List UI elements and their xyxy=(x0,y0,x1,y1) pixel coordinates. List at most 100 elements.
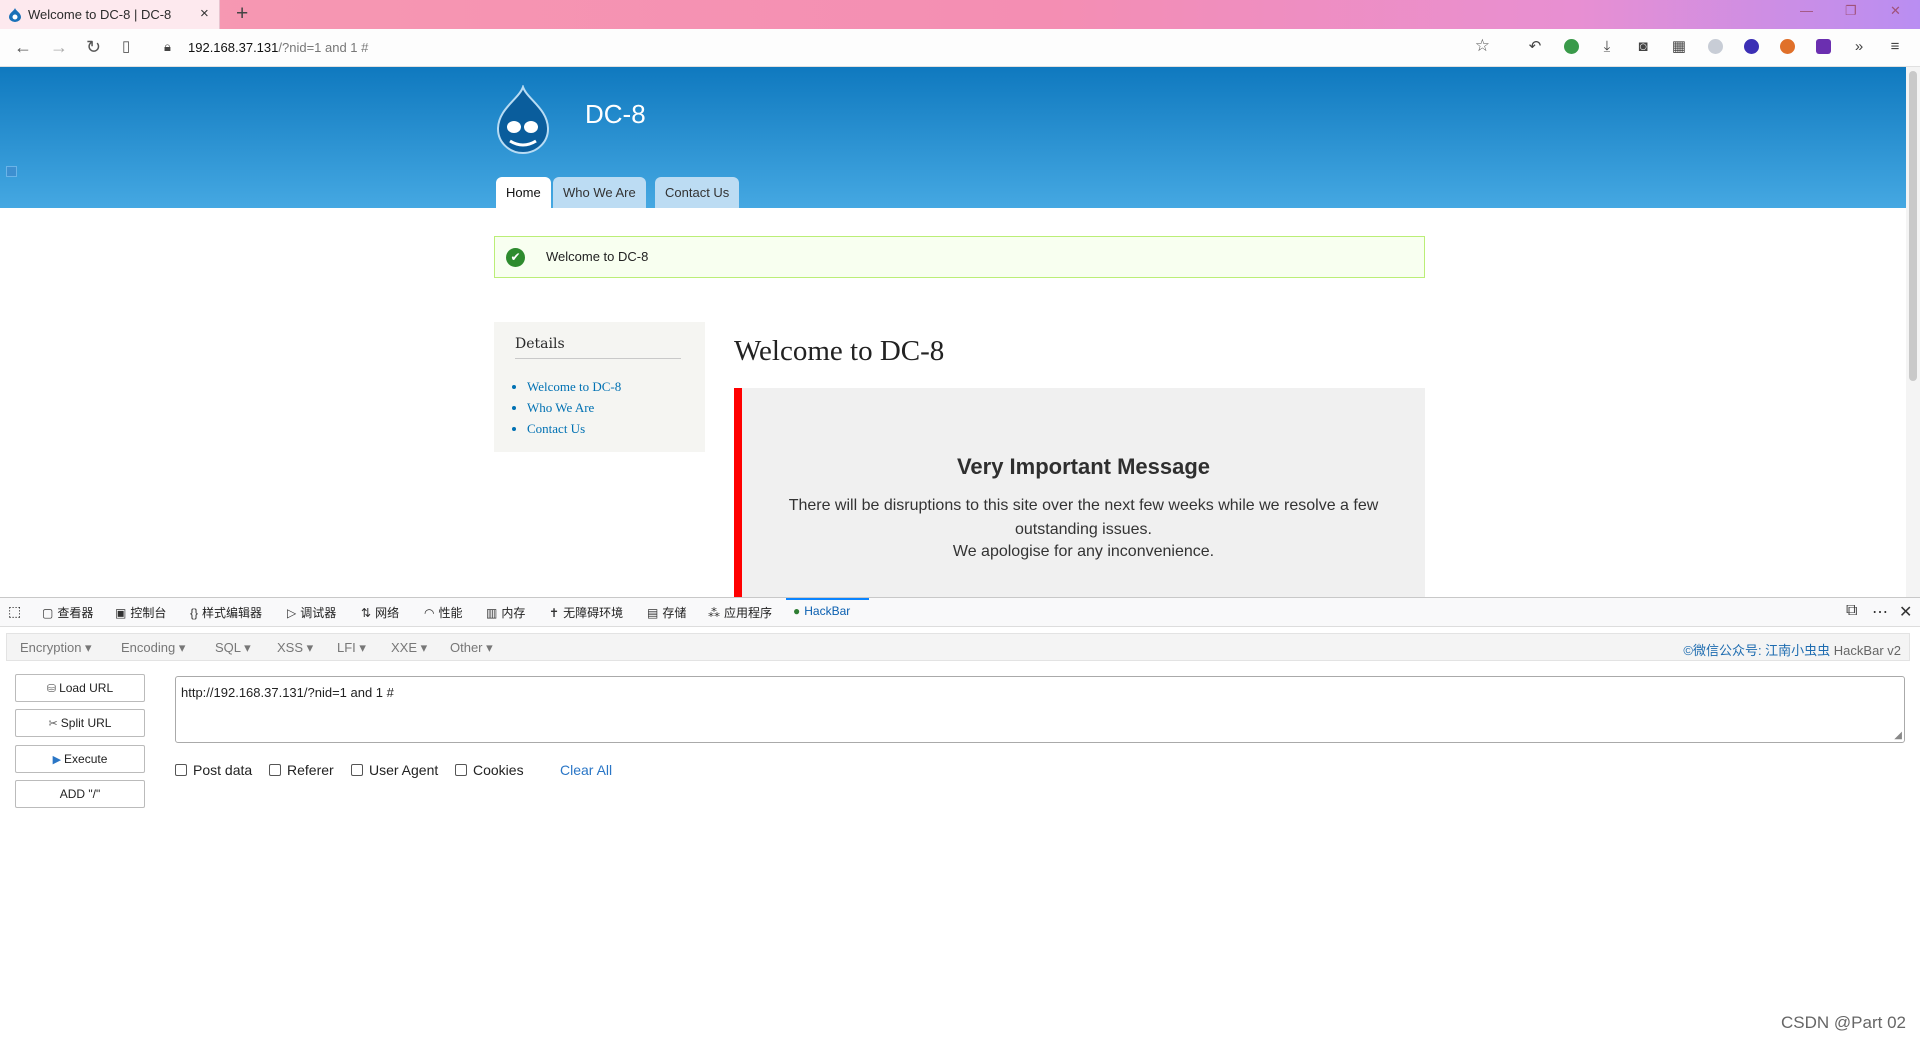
devtools-tab-network[interactable]: ⇅ 网络 xyxy=(361,604,399,621)
hackbar-icon: ● xyxy=(793,604,801,618)
split-url-button[interactable]: ✂ Split URL xyxy=(15,709,145,737)
dock-side-icon[interactable]: ⧉ xyxy=(1846,602,1857,620)
forward-icon[interactable]: → xyxy=(50,37,68,57)
sidebar-link-who-we-are[interactable]: Who We Are xyxy=(527,397,621,418)
devtools-tab-style-editor[interactable]: {} 样式编辑器 xyxy=(190,604,262,621)
menu-encryption[interactable]: Encryption ▾ xyxy=(20,640,92,656)
window-close-icon[interactable]: ✕ xyxy=(1890,3,1901,19)
checkbox-box[interactable] xyxy=(351,764,363,776)
checkbox-box[interactable] xyxy=(455,764,467,776)
notice-paragraph: There will be disruptions to this site o… xyxy=(788,497,1379,538)
sidebar-link-contact-us[interactable]: Contact Us xyxy=(527,418,621,439)
resize-grip-icon[interactable]: ◢ xyxy=(1894,730,1902,741)
cookies-checkbox[interactable]: Cookies xyxy=(455,762,524,778)
undo-close-icon[interactable]: ↶ xyxy=(1525,37,1545,57)
app-grid-icon: ⁂ xyxy=(708,606,720,620)
extension-shield-icon[interactable] xyxy=(1705,37,1725,57)
sidebar-link-label[interactable]: Who We Are xyxy=(527,400,594,415)
downloads-icon[interactable]: ⤓ xyxy=(1597,37,1617,57)
url-text[interactable]: 192.168.37.131/?nid=1 and 1 # xyxy=(188,40,368,55)
devtools-tab-inspector[interactable]: ▢ 查看器 xyxy=(42,604,93,621)
sidebar-link-label[interactable]: Welcome to DC-8 xyxy=(527,379,621,394)
add-slash-button[interactable]: ADD "/" xyxy=(15,780,145,808)
extension-globe-icon[interactable] xyxy=(1561,37,1581,57)
devtools-tab-accessibility[interactable]: ✝ 无障碍环境 xyxy=(549,604,623,621)
minimize-icon[interactable]: — xyxy=(1800,3,1813,18)
devtools-toolbar: ⬚ ▢ 查看器 ▣ 控制台 {} 样式编辑器 ▷ 调试器 ⇅ 网络 ◠ 性能 ▥ 内存 ✝ 无障… xyxy=(0,598,1920,627)
url-textarea-value[interactable]: http://192.168.37.131/?nid=1 and 1 # xyxy=(181,685,394,700)
sidebar-link-welcome[interactable]: Welcome to DC-8 xyxy=(527,376,621,397)
menu-encoding[interactable]: Encoding ▾ xyxy=(121,640,185,656)
nav-tab-who-we-are[interactable]: Who We Are xyxy=(553,177,646,208)
menu-label: XSS xyxy=(277,640,304,655)
hackbar-url-textarea[interactable]: http://192.168.37.131/?nid=1 and 1 # ◢ xyxy=(175,676,1905,743)
devtools-close-icon[interactable]: ✕ xyxy=(1899,602,1912,622)
debugger-icon: ▷ xyxy=(287,606,297,620)
element-picker-icon[interactable]: ⬚ xyxy=(8,603,21,620)
user-agent-checkbox[interactable]: User Agent xyxy=(351,762,438,778)
browser-tab[interactable]: Welcome to DC-8 | DC-8 × xyxy=(0,0,220,29)
console-icon: ▣ xyxy=(115,606,127,620)
hackbar-version: HackBar v2 xyxy=(1833,643,1901,658)
tab-label: 存储 xyxy=(662,606,687,620)
sidebar-link-list: Welcome to DC-8 Who We Are Contact Us xyxy=(515,376,621,439)
tab-close-icon[interactable]: × xyxy=(200,5,209,22)
checkbox-box[interactable] xyxy=(269,764,281,776)
devtools-tab-storage[interactable]: ▤ 存储 xyxy=(647,604,686,621)
menu-xxe[interactable]: XXE ▾ xyxy=(391,640,427,656)
devtools-tab-memory[interactable]: ▥ 内存 xyxy=(486,604,525,621)
notice-apology: We apologise for any inconvenience. xyxy=(952,543,1215,560)
menu-other[interactable]: Other ▾ xyxy=(450,640,493,656)
drupal-favicon-icon xyxy=(9,8,21,22)
devtools-tab-debugger[interactable]: ▷ 调试器 xyxy=(287,604,336,621)
nav-tab-contact-us[interactable]: Contact Us xyxy=(655,177,740,208)
devtools-tab-application[interactable]: ⁂ 应用程序 xyxy=(708,604,772,621)
extension-purple-icon[interactable] xyxy=(1813,37,1833,57)
new-tab-button[interactable]: + xyxy=(236,2,248,26)
sidebar-heading: Details xyxy=(515,336,681,359)
menu-hamburger-icon[interactable]: ≡ xyxy=(1885,37,1905,57)
reload-icon[interactable]: ↻ xyxy=(86,37,101,57)
address-bar[interactable]: 🔒︎ 192.168.37.131/?nid=1 and 1 # ☆ xyxy=(160,35,1500,61)
menu-label: Encryption xyxy=(20,640,82,655)
site-name[interactable]: DC-8 xyxy=(585,99,646,130)
devtools-tab-performance[interactable]: ◠ 性能 xyxy=(424,604,463,621)
extension-grid-icon[interactable]: ▦ xyxy=(1669,37,1689,57)
navigation-toolbar: ← → ↻ ▯ 🔒︎ 192.168.37.131/?nid=1 and 1 #… xyxy=(0,29,1920,67)
menu-sql[interactable]: SQL ▾ xyxy=(215,640,251,656)
nav-tab-home[interactable]: Home xyxy=(496,177,551,208)
restore-icon[interactable]: ❐ xyxy=(1845,3,1857,19)
menu-xss[interactable]: XSS ▾ xyxy=(277,640,313,656)
hackbar-credit: ©微信公众号: 江南小虫虫 HackBar v2 xyxy=(1683,640,1901,659)
page-scrollbar[interactable] xyxy=(1906,67,1920,597)
more-options-icon[interactable]: ⋯ xyxy=(1872,602,1888,622)
extension-orange-icon[interactable] xyxy=(1777,37,1797,57)
devtools-tab-hackbar[interactable]: ● HackBar xyxy=(793,604,850,618)
sidebar-link-label[interactable]: Contact Us xyxy=(527,421,585,436)
credit-text: ©微信公众号: 江南小虫虫 xyxy=(1683,643,1831,658)
braces-icon: {} xyxy=(190,606,199,620)
back-icon[interactable]: ← xyxy=(14,37,32,57)
menu-label: XXE xyxy=(391,640,418,655)
post-data-checkbox[interactable]: Post data xyxy=(175,762,252,778)
referer-checkbox[interactable]: Referer xyxy=(269,762,334,778)
checkbox-box[interactable] xyxy=(175,764,187,776)
sidebar-toggle-icon[interactable]: ▯ xyxy=(122,37,130,57)
load-url-button[interactable]: ⛁ Load URL xyxy=(15,674,145,702)
scrollbar-thumb[interactable] xyxy=(1909,71,1917,381)
tab-label: 调试器 xyxy=(300,606,337,620)
bookmark-star-icon[interactable]: ☆ xyxy=(1475,36,1490,56)
menu-label: Other xyxy=(450,640,483,655)
menu-lfi[interactable]: LFI ▾ xyxy=(337,640,366,656)
screenshot-icon[interactable]: ◙ xyxy=(1633,37,1653,57)
clear-all-link[interactable]: Clear All xyxy=(560,762,612,778)
drupal-logo-icon[interactable] xyxy=(494,85,552,155)
hackbar-menu-bar: Encryption ▾ Encoding ▾ SQL ▾ XSS ▾ LFI … xyxy=(6,633,1910,661)
overflow-chevron-icon[interactable]: » xyxy=(1849,37,1869,57)
extension-number-icon[interactable] xyxy=(1741,37,1761,57)
button-label: Split URL xyxy=(60,716,112,730)
tab-label: 网络 xyxy=(375,606,400,620)
page-side-badge[interactable] xyxy=(6,166,17,177)
devtools-tab-console[interactable]: ▣ 控制台 xyxy=(115,604,166,621)
execute-button[interactable]: ▶ Execute xyxy=(15,745,145,773)
